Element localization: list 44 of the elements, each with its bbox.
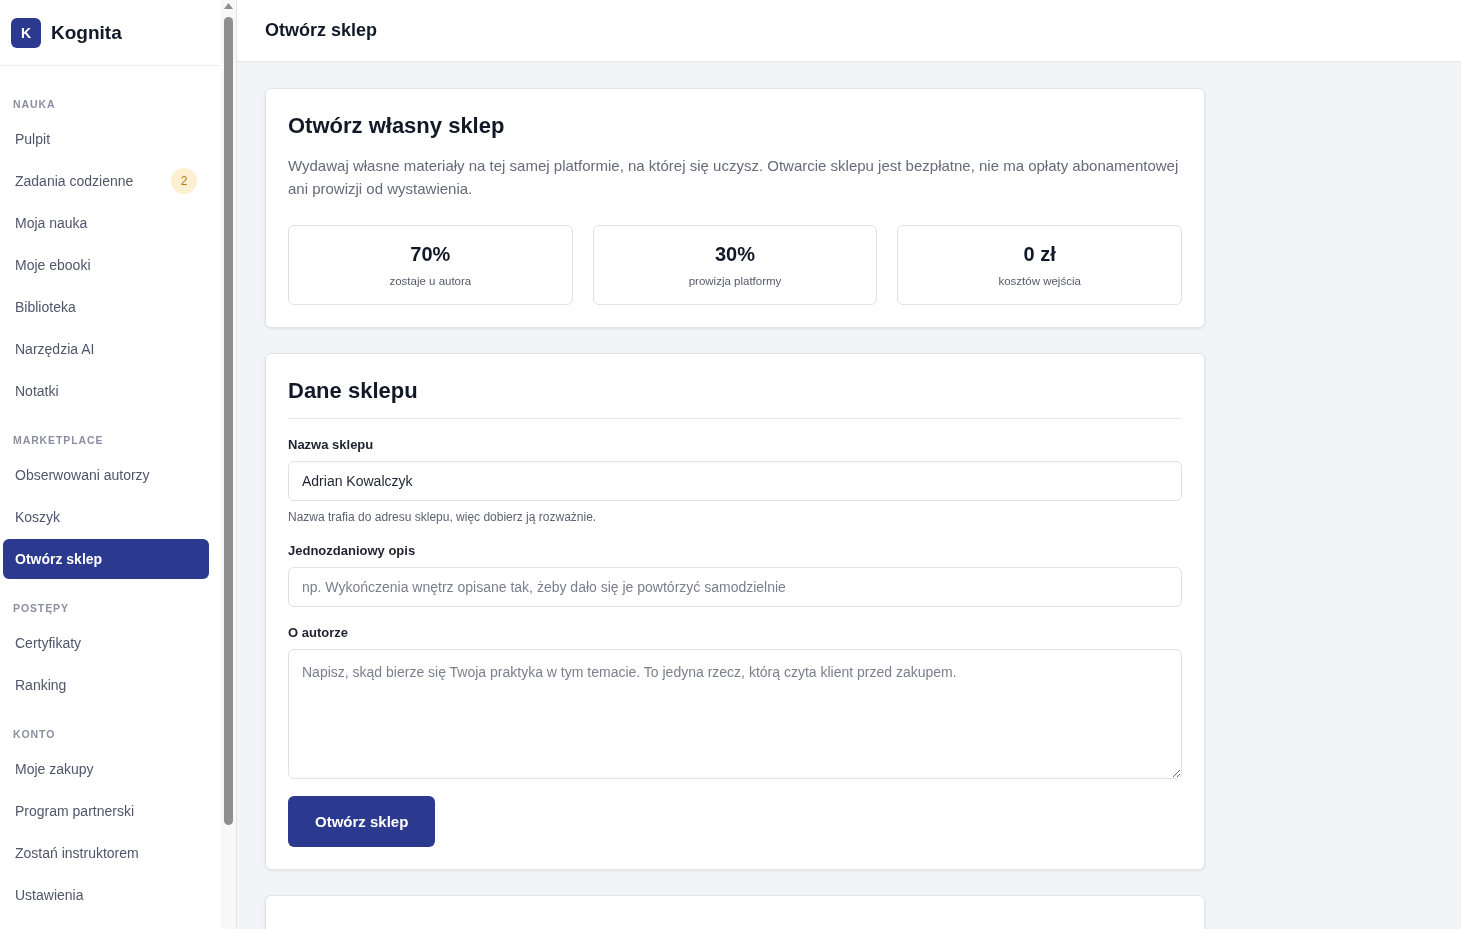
stat-label: zostaje u autora xyxy=(389,274,472,289)
app-name: Kognita xyxy=(51,21,122,44)
sidebar-item[interactable]: Narzędzia AI xyxy=(3,329,209,369)
sidebar-item[interactable]: Zadania codzienne 2 xyxy=(3,161,209,201)
sidebar-item[interactable]: Ranking xyxy=(3,665,209,705)
field-label: Jednozdaniowy opis xyxy=(288,542,416,560)
stat-label: kosztów wejścia xyxy=(998,274,1081,289)
section-label: MARKETPLACE xyxy=(12,433,104,447)
sidebar-item[interactable]: Obserwowani autorzy xyxy=(3,455,209,495)
text-field[interactable]: Adrian Kowalczyk xyxy=(288,461,1182,501)
card-description: Wydawaj własne materiały na tej samej platformie, na której się uczysz. Otwarcie sklepu jest bezpłatne, nie ma opłaty abonamentowej ani prowizji od wystawienia. xyxy=(288,156,1180,199)
text-field[interactable]: np. Wykończenia wnętrz opisane tak, żeby dało się je powtórzyć samodzielnie xyxy=(288,567,1182,607)
scroll-up-icon[interactable] xyxy=(224,3,233,9)
stat-value: 30% xyxy=(714,242,755,267)
sidebar-item[interactable]: Koszyk xyxy=(3,497,209,537)
text-area[interactable]: Napisz, skąd bierze się Twoja praktyka w tym temacie. To jedyna rzecz, którą czyta klient przed zakupem. xyxy=(288,649,1182,779)
sidebar-item[interactable]: Pulpit xyxy=(3,119,209,159)
sidebar-item[interactable]: Program partnerski xyxy=(3,791,209,831)
sidebar-item[interactable]: Biblioteka xyxy=(3,287,209,327)
section-label: NAUKA xyxy=(12,97,56,111)
sidebar-item[interactable]: Moja nauka xyxy=(3,203,209,243)
sidebar-item[interactable]: Ustawienia xyxy=(3,875,209,915)
sidebar-item[interactable]: Zostań instruktorem xyxy=(3,833,209,873)
logo-mark: K xyxy=(11,17,41,48)
stat-value: 70% xyxy=(410,242,451,267)
page-title: Otwórz sklep xyxy=(265,20,378,41)
stat-value: 0 zł xyxy=(1023,242,1056,267)
scrollbar[interactable] xyxy=(221,0,237,929)
field-label: Nazwa sklepu xyxy=(288,436,374,454)
field-hint: Nazwa trafia do adresu sklepu, więc dobierz ją rozważnie. xyxy=(288,509,597,525)
sidebar-item[interactable]: Otwórz sklep xyxy=(3,539,209,579)
field-label: O autorze xyxy=(288,624,348,642)
sidebar-item[interactable]: Certyfikaty xyxy=(3,623,209,663)
section-label: POSTĘPY xyxy=(12,601,69,615)
sidebar-item[interactable]: Notatki xyxy=(3,371,209,411)
stat-label: prowizja platformy xyxy=(688,274,782,289)
card-title: Otwórz własny sklep xyxy=(288,112,505,140)
section-label: KONTO xyxy=(12,727,56,741)
sidebar-item[interactable]: Moje zakupy xyxy=(3,749,209,789)
open-shop-button[interactable]: Otwórz sklep xyxy=(288,796,436,847)
sidebar-item[interactable]: Moje ebooki xyxy=(3,245,209,285)
count-badge: 2 xyxy=(171,168,197,194)
card-title: Dane sklepu xyxy=(288,377,418,405)
scrollbar-thumb[interactable] xyxy=(224,17,233,825)
